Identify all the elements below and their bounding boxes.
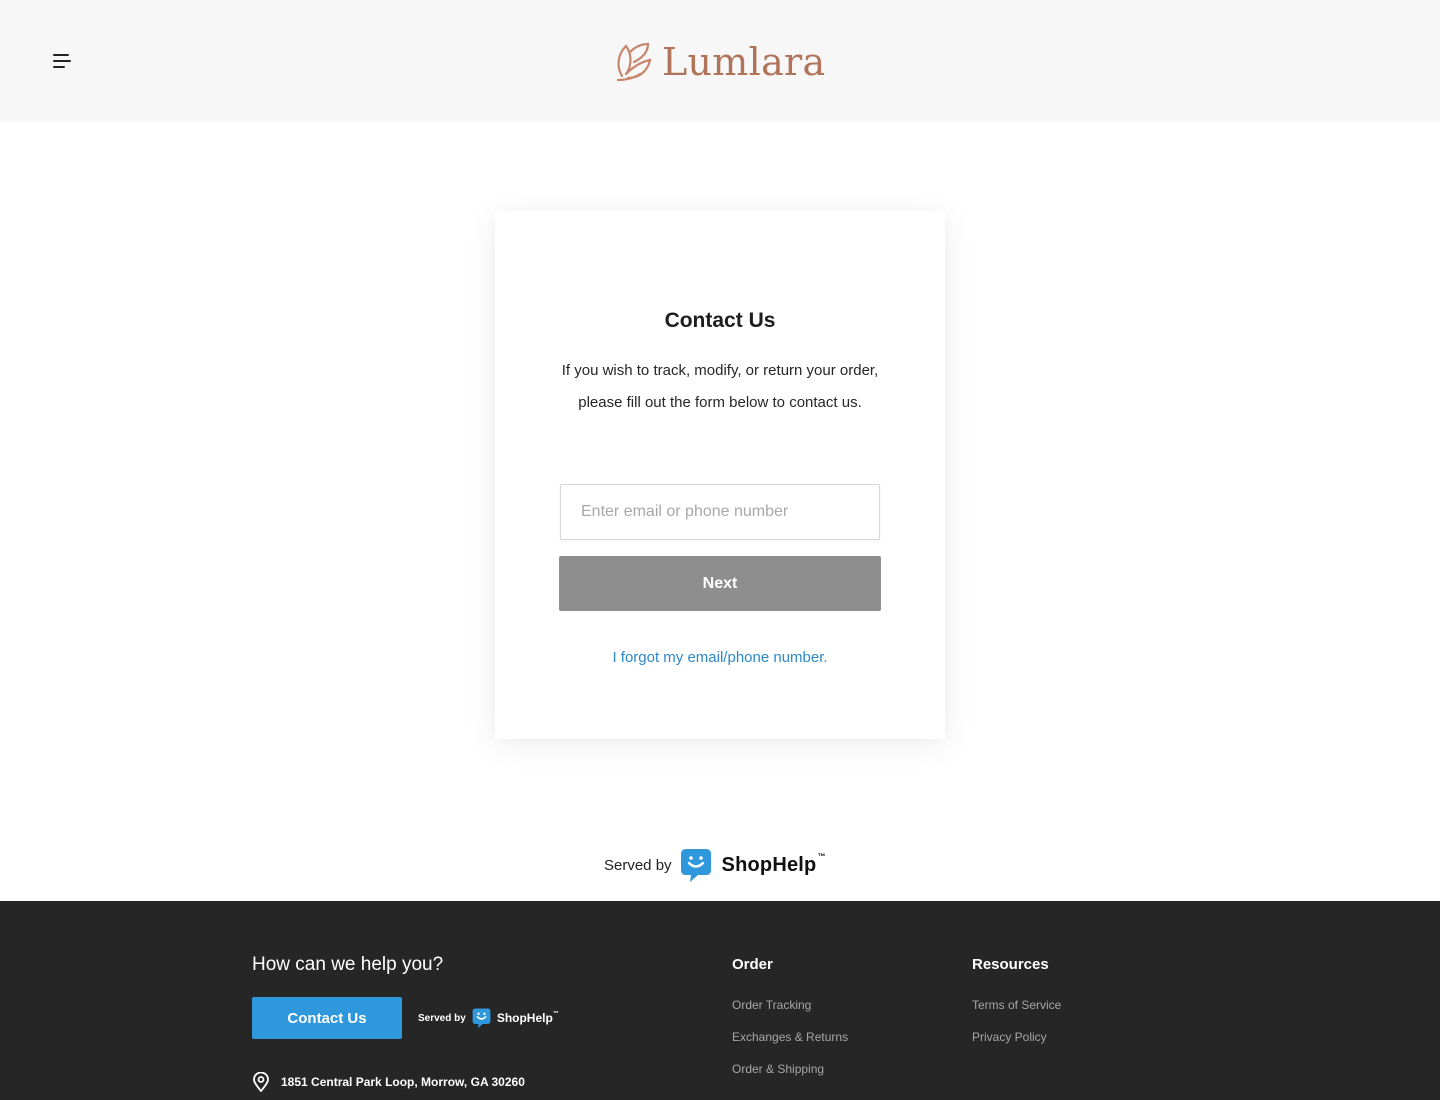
- brand-logo[interactable]: Lumlara: [612, 36, 825, 88]
- contact-description: If you wish to track, modify, or return …: [561, 362, 879, 411]
- footer-order-column: Order Order Tracking Exchanges & Returns…: [732, 956, 848, 1093]
- footer-shophelp-brand: ShopHelp™: [496, 1011, 559, 1025]
- footer-resources-title: Resources: [972, 956, 1049, 973]
- footer-resources-column: Resources Terms of Service Privacy Polic…: [972, 956, 1061, 1061]
- site-header: Lumlara: [0, 0, 1440, 122]
- page-title: Contact Us: [664, 309, 776, 332]
- footer-served-label: Served by: [418, 1012, 466, 1024]
- email-phone-input[interactable]: [560, 484, 880, 540]
- shophelp-brand: ShopHelp™: [721, 851, 826, 876]
- footer-order-title: Order: [732, 956, 773, 973]
- address-text: 1851 Central Park Loop, Morrow, GA 30260: [281, 1075, 525, 1089]
- map-pin-icon: [253, 1072, 269, 1092]
- site-footer: How can we help you? Contact Us Served b…: [0, 901, 1440, 1100]
- footer-link-privacy-policy[interactable]: Privacy Policy: [972, 1029, 1061, 1061]
- next-button[interactable]: Next: [559, 556, 881, 611]
- contact-card: Contact Us If you wish to track, modify,…: [495, 211, 945, 739]
- footer-link-order-shipping[interactable]: Order & Shipping: [732, 1061, 848, 1093]
- shophelp-smile-icon: [680, 849, 711, 882]
- brand-name: Lumlara: [662, 40, 826, 84]
- shophelp-smile-icon: [472, 1008, 491, 1029]
- served-by-badge[interactable]: Served by ShopHelp™: [604, 846, 826, 884]
- lotus-leaf-icon: [616, 42, 652, 82]
- served-by-label: Served by: [604, 856, 672, 874]
- footer-address: 1851 Central Park Loop, Morrow, GA 30260: [252, 1072, 525, 1092]
- footer-link-order-tracking[interactable]: Order Tracking: [732, 997, 848, 1029]
- footer-served-by[interactable]: Served by ShopHelp™: [418, 1006, 559, 1030]
- hamburger-menu-icon[interactable]: [50, 51, 74, 71]
- footer-link-terms-of-service[interactable]: Terms of Service: [972, 997, 1061, 1029]
- footer-link-exchanges-returns[interactable]: Exchanges & Returns: [732, 1029, 848, 1061]
- forgot-email-link[interactable]: I forgot my email/phone number.: [495, 649, 945, 666]
- footer-help-title: How can we help you?: [252, 954, 444, 975]
- footer-contact-button[interactable]: Contact Us: [252, 997, 402, 1039]
